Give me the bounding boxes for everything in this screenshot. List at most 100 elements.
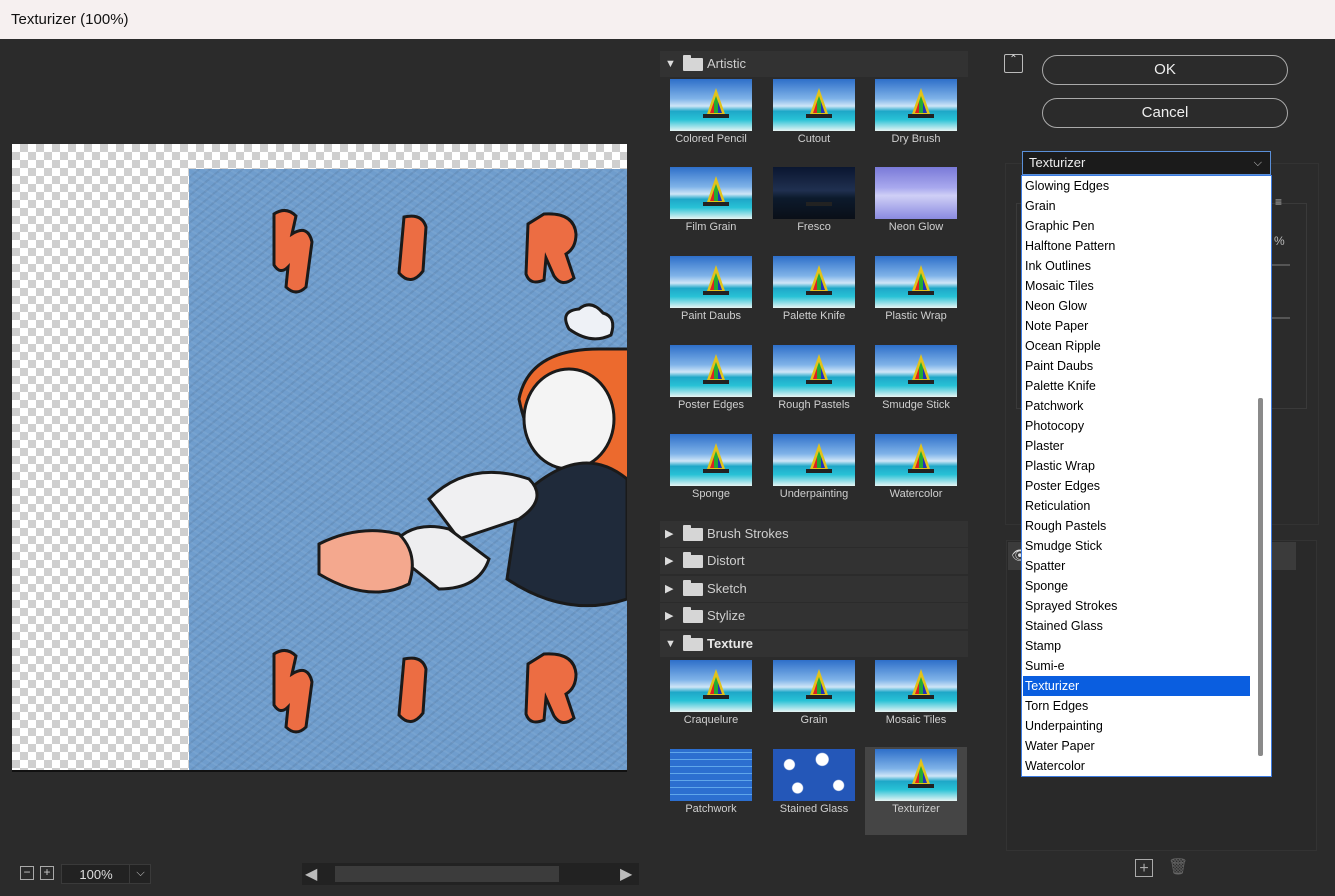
dropdown-option[interactable]: Water Paper [1023,736,1250,756]
ok-button[interactable]: OK [1042,55,1288,85]
slider-track[interactable] [1272,317,1290,319]
chevron-down-icon[interactable]: ⌵ [129,864,151,884]
filter-thumb-neon-glow[interactable]: Neon Glow [867,166,968,254]
filter-thumb-watercolor[interactable]: Watercolor [867,433,968,521]
category-distort[interactable]: ▶ Distort [660,548,968,574]
dropdown-option[interactable]: Graphic Pen [1023,216,1250,236]
menu-icon[interactable]: ≡ [1275,195,1282,209]
dropdown-option[interactable]: Stamp [1023,636,1250,656]
expand-triangle-icon[interactable]: ▶ [665,521,673,547]
dropdown-option[interactable]: Palette Knife [1023,376,1250,396]
preview-canvas[interactable] [12,144,627,771]
dropdown-option[interactable]: Glowing Edges [1023,176,1250,196]
folder-icon [683,607,703,623]
collapse-gallery-button[interactable]: ⌃ [1004,54,1023,73]
dropdown-option-selected[interactable]: Texturizer [1023,676,1250,696]
cancel-button[interactable]: Cancel [1042,98,1288,128]
filter-thumb-dry-brush[interactable]: Dry Brush [867,78,968,166]
filter-thumb-plastic-wrap[interactable]: Plastic Wrap [867,255,968,343]
filter-thumb-fresco[interactable]: Fresco [765,166,867,254]
filter-label: Rough Pastels [778,399,850,411]
new-effect-layer-icon[interactable]: + [1135,859,1153,877]
dropdown-option[interactable]: Rough Pastels [1023,516,1250,536]
dropdown-option[interactable]: Underpainting [1023,716,1250,736]
filter-label: Palette Knife [782,310,846,322]
expand-triangle-icon[interactable]: ▼ [665,631,676,657]
zoom-in-button[interactable]: + [40,866,54,880]
category-brush-strokes[interactable]: ▶ Brush Strokes [660,521,968,547]
filter-label: Grain [800,714,828,726]
zoom-bar: − + 100% ⌵ ◀ ▶ [12,862,650,886]
filter-thumb-paint-daubs[interactable]: Paint Daubs [662,255,764,343]
expand-triangle-icon[interactable]: ▼ [665,51,676,77]
scrollbar-thumb[interactable] [335,866,559,882]
filter-label: Texturizer [892,803,940,815]
filter-thumb-smudge-stick[interactable]: Smudge Stick [867,344,968,432]
filter-thumb-underpainting[interactable]: Underpainting [765,433,867,521]
filter-preview-image [773,749,855,801]
scroll-right-icon[interactable]: ▶ [620,864,632,884]
filter-thumb-rough-pastels[interactable]: Rough Pastels [765,344,867,432]
filter-thumb-texturizer[interactable]: Texturizer [865,747,967,835]
filter-thumb-craquelure[interactable]: Craquelure [662,659,764,747]
scroll-left-icon[interactable]: ◀ [305,864,317,884]
dropdown-option[interactable]: Poster Edges [1023,476,1250,496]
category-sketch[interactable]: ▶ Sketch [660,576,968,602]
dropdown-option[interactable]: Neon Glow [1023,296,1250,316]
dropdown-option[interactable]: Mosaic Tiles [1023,276,1250,296]
filter-thumb-colored-pencil[interactable]: Colored Pencil [662,78,764,166]
dropdown-option[interactable]: Sprayed Strokes [1023,596,1250,616]
letter-k-top [272,209,314,294]
horizontal-scrollbar[interactable]: ◀ ▶ [302,863,639,885]
dropdown-option[interactable]: Sponge [1023,576,1250,596]
filter-dropdown-list[interactable]: Glowing Edges Grain Graphic Pen Halftone… [1021,175,1272,777]
filter-thumb-cutout[interactable]: Cutout [765,78,867,166]
slider-track[interactable] [1272,264,1290,266]
filter-preview-image [875,660,957,712]
filter-thumb-mosaic-tiles[interactable]: Mosaic Tiles [867,659,968,747]
dropdown-option[interactable]: Photocopy [1023,416,1250,436]
dropdown-option[interactable]: Plastic Wrap [1023,456,1250,476]
filter-preview-image [670,256,752,308]
zoom-out-button[interactable]: − [20,866,34,880]
dropdown-option[interactable]: Plaster [1023,436,1250,456]
filter-thumb-palette-knife[interactable]: Palette Knife [765,255,867,343]
cat-head [564,303,615,341]
chevron-down-icon[interactable]: ⌵ [1254,152,1262,174]
dropdown-option[interactable]: Torn Edges [1023,696,1250,716]
dropdown-option[interactable]: Smudge Stick [1023,536,1250,556]
category-texture[interactable]: ▼ Texture [660,631,968,657]
dropdown-option[interactable]: Ocean Ripple [1023,336,1250,356]
dropdown-option[interactable]: Stained Glass [1023,616,1250,636]
delete-effect-layer-icon[interactable]: 🗑 [1168,859,1188,877]
category-stylize[interactable]: ▶ Stylize [660,603,968,629]
filter-preview-image [670,345,752,397]
filter-label: Colored Pencil [675,133,747,145]
filter-thumb-patchwork[interactable]: Patchwork [662,748,764,836]
dropdown-option[interactable]: Grain [1023,196,1250,216]
dropdown-option[interactable]: Reticulation [1023,496,1250,516]
filter-thumb-poster-edges[interactable]: Poster Edges [662,344,764,432]
expand-triangle-icon[interactable]: ▶ [665,603,673,629]
filter-thumb-sponge[interactable]: Sponge [662,433,764,521]
filter-thumb-grain[interactable]: Grain [765,659,867,747]
expand-triangle-icon[interactable]: ▶ [665,548,673,574]
category-artistic[interactable]: ▼ Artistic [660,51,968,77]
dropdown-option[interactable]: Sumi-e [1023,656,1250,676]
dropdown-option[interactable]: Patchwork [1023,396,1250,416]
dropdown-option[interactable]: Ink Outlines [1023,256,1250,276]
folder-icon [683,525,703,541]
dropdown-option[interactable]: Halftone Pattern [1023,236,1250,256]
filter-thumb-film-grain[interactable]: Film Grain [662,166,764,254]
face [522,367,616,471]
expand-triangle-icon[interactable]: ▶ [665,576,673,602]
dropdown-option[interactable]: Note Paper [1023,316,1250,336]
dropdown-scrollbar-thumb[interactable] [1258,398,1263,756]
filter-preview-image [875,256,957,308]
canvas-edge [12,770,627,772]
filter-thumb-stained-glass[interactable]: Stained Glass [765,748,867,836]
filter-select[interactable]: Texturizer ⌵ [1022,151,1271,175]
dropdown-option[interactable]: Spatter [1023,556,1250,576]
dropdown-option[interactable]: Watercolor [1023,756,1250,776]
dropdown-option[interactable]: Paint Daubs [1023,356,1250,376]
